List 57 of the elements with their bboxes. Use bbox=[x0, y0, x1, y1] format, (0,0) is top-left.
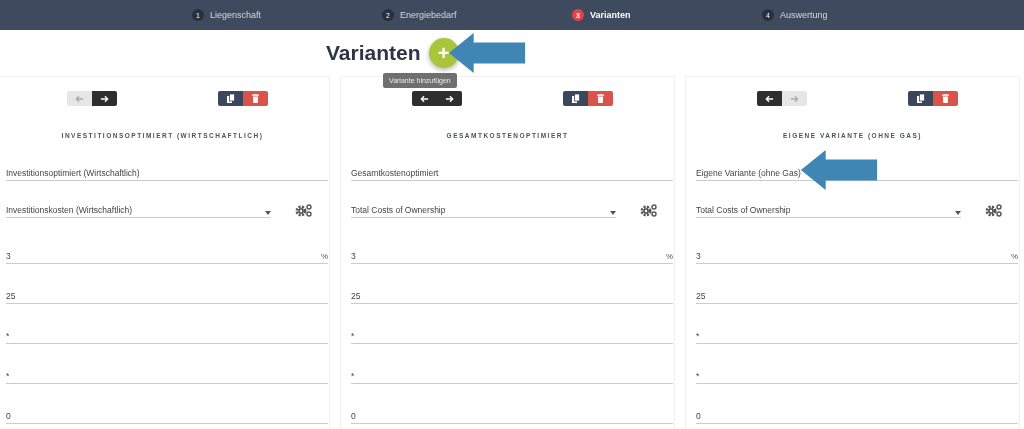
name-field[interactable]: Investitionsoptimiert (Wirtschaftlich) bbox=[6, 165, 328, 181]
arrow-right-icon bbox=[99, 94, 109, 103]
unit-label: % bbox=[320, 252, 328, 261]
delete-button[interactable] bbox=[243, 91, 269, 106]
step-label: Varianten bbox=[590, 10, 631, 20]
objective-select[interactable]: Total Costs of Ownership bbox=[696, 202, 961, 218]
copy-button[interactable] bbox=[908, 91, 934, 106]
copy-icon bbox=[226, 94, 235, 103]
input-field[interactable]: 25 bbox=[351, 288, 673, 304]
arrow-right-icon bbox=[444, 94, 454, 103]
name-field[interactable]: Gesamtkostenoptimiert bbox=[351, 165, 673, 181]
next-button[interactable] bbox=[436, 91, 462, 106]
input-field[interactable]: * bbox=[6, 328, 328, 344]
input-field[interactable]: 0 bbox=[696, 408, 1018, 424]
input-field[interactable]: 0 bbox=[351, 408, 673, 424]
copy-button[interactable] bbox=[563, 91, 589, 106]
next-button[interactable] bbox=[91, 91, 117, 106]
copy-icon bbox=[916, 94, 925, 103]
arrow-left-icon bbox=[419, 94, 429, 103]
objective-select[interactable]: Investitionskosten (Wirtschaftlich) bbox=[6, 202, 271, 218]
input-field[interactable]: * bbox=[696, 368, 1018, 384]
step-label: Auswertung bbox=[780, 10, 828, 20]
step-label: Energiebedarf bbox=[400, 10, 457, 20]
input-field[interactable]: 25 bbox=[6, 288, 328, 304]
input-field[interactable]: 3 % bbox=[6, 248, 328, 264]
input-field[interactable]: * bbox=[6, 368, 328, 384]
objective-select[interactable]: Total Costs of Ownership bbox=[351, 202, 616, 218]
gears-icon[interactable] bbox=[640, 203, 657, 217]
input-field[interactable]: * bbox=[351, 328, 673, 344]
unit-label: % bbox=[1010, 252, 1018, 261]
trash-icon bbox=[597, 94, 605, 103]
dropdown-caret-icon bbox=[265, 211, 271, 215]
step-label: Liegenschaft bbox=[210, 10, 262, 20]
arrow-left-icon bbox=[764, 94, 774, 103]
copy-button[interactable] bbox=[218, 91, 244, 106]
page-title: Varianten bbox=[326, 41, 421, 65]
input-field[interactable]: * bbox=[696, 328, 1018, 344]
dropdown-caret-icon bbox=[955, 211, 961, 215]
delete-button[interactable] bbox=[588, 91, 614, 106]
input-field[interactable]: 3 % bbox=[696, 248, 1018, 264]
arrow-right-icon bbox=[789, 94, 799, 103]
arrow-icon bbox=[448, 33, 526, 73]
arrow-left-icon bbox=[74, 94, 84, 103]
gears-icon[interactable] bbox=[295, 203, 312, 217]
input-field[interactable]: 3 % bbox=[351, 248, 673, 264]
dropdown-caret-icon bbox=[610, 211, 616, 215]
gears-icon[interactable] bbox=[985, 203, 1002, 217]
copy-icon bbox=[571, 94, 580, 103]
unit-label: % bbox=[665, 252, 673, 261]
trash-icon bbox=[252, 94, 260, 103]
input-field[interactable]: 0 bbox=[6, 408, 328, 424]
input-field[interactable]: 25 bbox=[696, 288, 1018, 304]
delete-button[interactable] bbox=[933, 91, 959, 106]
trash-icon bbox=[942, 94, 950, 103]
previous-button[interactable] bbox=[756, 91, 782, 106]
previous-button[interactable] bbox=[411, 91, 437, 106]
input-field[interactable]: * bbox=[351, 368, 673, 384]
